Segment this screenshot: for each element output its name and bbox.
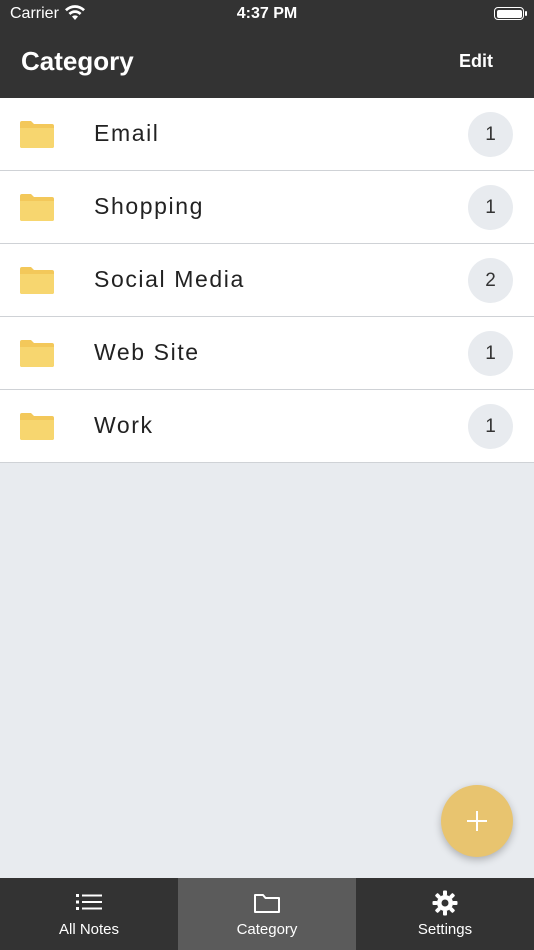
folder-icon [20,194,54,221]
folder-icon [20,340,54,367]
tab-label: Settings [417,921,473,938]
category-label: Social Media [94,266,245,292]
gear-icon [432,890,458,916]
plus-icon [467,811,487,831]
add-category-button[interactable] [441,785,513,857]
category-label: Work [94,412,154,438]
tab-label: All Notes [58,921,120,938]
folder-icon [20,267,54,294]
edit-button[interactable]: Edit [459,51,493,72]
tab-bar: All Notes Category Settings [0,878,534,950]
tab-label: Category [236,921,298,938]
category-row-work[interactable]: Work 1 [0,390,534,463]
clock: 4:37 PM [236,5,298,22]
tab-settings[interactable]: Settings [356,878,534,950]
folder-icon [20,413,54,440]
top-bar: Carrier 4:37 PM Category Edit [0,0,534,98]
category-row-email[interactable]: Email 1 [0,98,534,171]
count-badge: 1 [468,331,513,376]
category-list: Email 1 Shopping 1 Social Media 2 Web Si… [0,98,534,463]
category-row-shopping[interactable]: Shopping 1 [0,171,534,244]
count-badge: 1 [468,112,513,157]
page-title: Category [21,46,134,76]
category-label: Email [94,120,160,146]
category-label: Web Site [94,339,200,365]
folder-outline-icon [254,894,280,913]
count-badge: 1 [468,404,513,449]
count-badge: 1 [468,185,513,230]
tab-all-notes[interactable]: All Notes [0,878,178,950]
count-badge: 2 [468,258,513,303]
tab-category[interactable]: Category [178,878,356,950]
folder-icon [20,121,54,148]
list-icon [76,894,102,910]
category-label: Shopping [94,193,204,219]
category-row-web-site[interactable]: Web Site 1 [0,317,534,390]
battery-icon [494,7,527,20]
status-bar: Carrier 4:37 PM [0,0,534,28]
category-row-social-media[interactable]: Social Media 2 [0,244,534,317]
